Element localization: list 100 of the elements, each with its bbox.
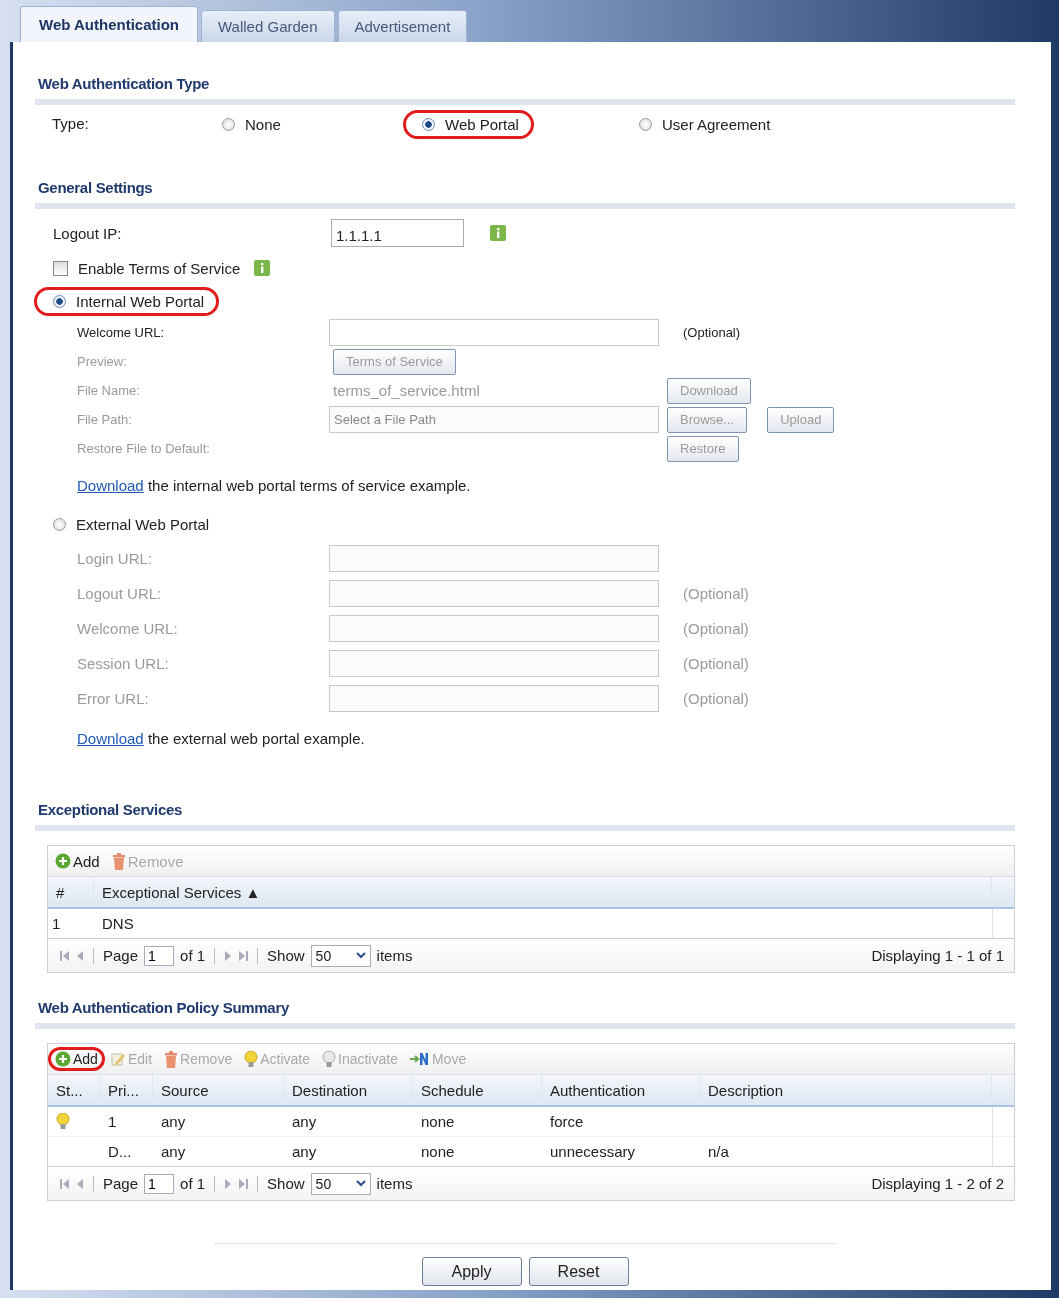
first-page-icon[interactable]	[60, 949, 70, 962]
radio-button[interactable]	[639, 117, 652, 131]
field-label: Login URL:	[77, 550, 154, 567]
column-header[interactable]: St...	[48, 1075, 100, 1105]
page-count: of 1	[180, 1175, 206, 1192]
displaying-text: Displaying 1 - 1 of 1	[871, 947, 1004, 964]
table-cell: unnecessary	[550, 1143, 636, 1160]
tab[interactable]: Walled Garden	[201, 10, 335, 42]
radio-button[interactable]	[53, 295, 66, 308]
table-cell: D...	[108, 1143, 132, 1160]
field-label: File Path:	[77, 412, 133, 427]
column-header[interactable]: Schedule	[413, 1075, 542, 1105]
add-icon	[55, 853, 71, 869]
field-label: Session URL:	[77, 655, 170, 672]
optional-note: (Optional)	[683, 655, 749, 672]
toolbar-button[interactable]: Add	[55, 852, 100, 870]
displaying-text: Displaying 1 - 2 of 2	[871, 1175, 1004, 1192]
tab[interactable]: Advertisement	[337, 10, 468, 42]
show-label: Show	[267, 947, 305, 964]
radio-label[interactable]: External Web Portal	[76, 516, 210, 533]
form-button[interactable]: Reset	[528, 1257, 629, 1286]
logout-ip-field[interactable]: 1.1.1.1	[331, 219, 464, 247]
field-label: Welcome URL:	[77, 325, 166, 340]
type-label: Type:	[51, 114, 90, 132]
last-page-icon[interactable]	[238, 1177, 249, 1190]
toolbar-button[interactable]: Add	[55, 1051, 98, 1067]
optional-note: (Optional)	[683, 690, 749, 707]
column-header[interactable]: Exceptional Services ▲	[94, 877, 992, 907]
table-cell: any	[161, 1143, 186, 1160]
column-header[interactable]: Authentication	[542, 1075, 700, 1105]
table-cell: none	[421, 1113, 455, 1130]
table-cell: force	[550, 1113, 584, 1130]
checkbox-label[interactable]: Enable Terms of Service	[78, 259, 241, 277]
first-page-icon[interactable]	[60, 1177, 70, 1190]
radio-label[interactable]: User Agreement	[662, 115, 771, 133]
section-title: General Settings	[35, 179, 1015, 209]
form-button[interactable]: Apply	[421, 1257, 522, 1286]
radio-label[interactable]: Internal Web Portal	[76, 293, 205, 310]
page-size-dropdown[interactable]: 50	[310, 944, 371, 967]
section-title: Web Authentication Type	[35, 75, 1015, 105]
move-arrow-icon	[409, 1052, 430, 1066]
lightbulb-icon	[322, 1050, 336, 1068]
table-cell: n/a	[708, 1143, 729, 1160]
optional-note: (Optional)	[683, 620, 749, 637]
table-cell: 1	[108, 1113, 117, 1130]
field-label: Logout URL:	[77, 585, 163, 602]
field-label: Welcome URL:	[77, 620, 179, 637]
download-link[interactable]: Download	[77, 730, 144, 747]
download-sentence: Download the external web portal example.	[77, 730, 365, 747]
radio-label[interactable]: Web Portal	[445, 115, 519, 133]
trash-icon	[111, 852, 126, 870]
field-label: File Name:	[77, 383, 141, 398]
show-label: Show	[267, 1175, 305, 1192]
trash-icon	[164, 1050, 179, 1068]
column-header[interactable]: Pri...	[100, 1075, 153, 1105]
pencil-icon	[109, 1051, 126, 1067]
table-cell: any	[292, 1143, 317, 1160]
table-cell: any	[161, 1113, 186, 1130]
column-header[interactable]: Destination	[284, 1075, 413, 1105]
items-label: items	[376, 1175, 413, 1192]
table-cell: DNS	[102, 915, 134, 932]
column-header[interactable]: #	[48, 877, 94, 907]
last-page-icon[interactable]	[238, 949, 249, 962]
table-cell: 1	[52, 915, 61, 932]
file-name: terms_of_service.html	[332, 382, 480, 399]
field-label: Preview:	[77, 354, 128, 369]
column-header[interactable]: Source	[153, 1075, 284, 1105]
info-icon[interactable]	[254, 260, 271, 276]
page-label: Page	[103, 947, 139, 964]
section-title: Exceptional Services	[35, 801, 1015, 831]
info-icon[interactable]	[490, 225, 506, 241]
field-label: Logout IP:	[52, 224, 123, 242]
column-header[interactable]: Description	[700, 1075, 992, 1105]
next-page-icon[interactable]	[224, 949, 233, 962]
download-sentence: Download the internal web portal terms of service example.	[77, 477, 471, 494]
table-cell: any	[292, 1113, 317, 1130]
page-label: Page	[103, 1175, 139, 1192]
previous-page-icon[interactable]	[76, 1177, 84, 1190]
tab[interactable]: Web Authentication	[20, 6, 198, 42]
checkbox[interactable]	[53, 260, 68, 276]
page-field[interactable]: 1	[144, 945, 175, 966]
optional-note: (Optional)	[683, 585, 749, 602]
next-page-icon[interactable]	[224, 1177, 233, 1190]
previous-page-icon[interactable]	[76, 949, 84, 962]
radio-button[interactable]	[222, 117, 235, 131]
radio-label[interactable]: None	[245, 115, 281, 133]
items-label: items	[376, 947, 413, 964]
text-field[interactable]	[329, 319, 659, 346]
table-cell: none	[421, 1143, 455, 1160]
page-size-dropdown[interactable]: 50	[310, 1172, 371, 1195]
field-label: Restore File to Default:	[77, 441, 211, 456]
optional-note: (Optional)	[683, 325, 741, 340]
radio-button[interactable]	[53, 518, 66, 531]
page-field[interactable]: 1	[144, 1173, 175, 1194]
radio-button[interactable]	[422, 117, 435, 131]
section-title: Web Authentication Policy Summary	[35, 999, 1015, 1029]
add-icon	[55, 1051, 71, 1067]
field-label: Error URL:	[77, 690, 150, 707]
lightbulb-icon	[244, 1050, 259, 1068]
download-link[interactable]: Download	[77, 477, 144, 494]
